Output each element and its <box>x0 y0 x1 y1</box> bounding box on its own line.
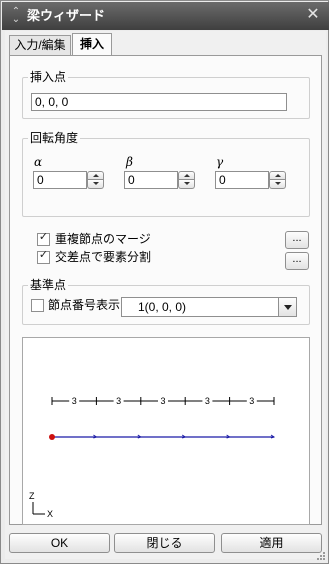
segment-length-label: 3 <box>160 396 165 406</box>
alpha-decrement-button[interactable] <box>87 180 104 189</box>
split-at-intersections-label: 交差点で要素分割 <box>55 250 152 264</box>
chevron-down-icon <box>284 305 292 310</box>
segment-length-label: 3 <box>205 396 210 406</box>
gamma-symbol: γ <box>216 155 224 169</box>
rotation-label: 回転角度 <box>28 130 81 146</box>
alpha-symbol: α <box>34 155 43 169</box>
spin-up-icon <box>275 174 281 177</box>
beta-symbol: β <box>126 155 133 169</box>
reference-node-select[interactable]: 1(0, 0, 0) <box>121 297 297 317</box>
beta-control: β 0 <box>124 153 204 193</box>
alpha-increment-button[interactable] <box>87 171 104 180</box>
beta-input[interactable]: 0 <box>124 171 178 189</box>
split-options-button[interactable]: ... <box>285 252 309 270</box>
insert-tab-panel: 挿入点 0, 0, 0 回転角度 α 0 β 0 γ 0 ✓ 重複節点のマージ … <box>9 55 322 525</box>
tab-insert[interactable]: 挿入 <box>72 33 112 55</box>
spin-down-icon <box>275 182 281 185</box>
insert-point-input[interactable]: 0, 0, 0 <box>31 93 287 111</box>
alpha-input[interactable]: 0 <box>33 171 87 189</box>
gamma-increment-button[interactable] <box>269 171 286 180</box>
checkmark-icon: ✓ <box>38 249 49 261</box>
x-axis-label: X <box>47 509 53 519</box>
beam-preview-canvas: 3 3 3 3 3 Z X <box>29 396 276 519</box>
beam-preview: 3 3 3 3 3 Z X <box>22 337 310 525</box>
spin-down-icon <box>93 182 99 185</box>
merge-nodes-options-button[interactable]: ... <box>285 231 309 249</box>
gamma-control: γ 0 <box>215 153 295 193</box>
close-button[interactable]: 閉じる <box>114 533 215 553</box>
title-bar[interactable]: ⌃ ⌄ 梁ウィザード ✕ <box>2 2 329 30</box>
alpha-spinner <box>87 171 104 189</box>
alpha-control: α 0 <box>33 153 113 193</box>
beta-decrement-button[interactable] <box>178 180 195 189</box>
insert-point-group: 挿入点 0, 0, 0 <box>22 69 310 119</box>
window-title: 梁ウィザード <box>27 8 106 23</box>
reference-point-label: 基準点 <box>28 277 69 293</box>
reference-node-value: 1(0, 0, 0) <box>138 300 187 314</box>
close-icon[interactable]: ✕ <box>305 7 321 23</box>
collapse-chevrons-icon[interactable]: ⌃ ⌄ <box>10 7 22 25</box>
show-node-numbers-label: 節点番号表示 <box>48 298 121 312</box>
tab-input-edit[interactable]: 入力/編集 <box>9 35 71 55</box>
segment-length-label: 3 <box>116 396 121 406</box>
segment-length-label: 3 <box>72 396 77 406</box>
resize-grip-icon[interactable] <box>316 551 326 561</box>
segment-length-label: 3 <box>249 396 254 406</box>
dialog-client-area: 入力/編集 挿入 挿入点 0, 0, 0 回転角度 α 0 β 0 γ 0 ✓ … <box>5 31 326 559</box>
insert-point-label: 挿入点 <box>28 69 69 85</box>
wizard-window: ⌃ ⌄ 梁ウィザード ✕ 入力/編集 挿入 挿入点 0, 0, 0 回転角度 α … <box>0 0 329 564</box>
gamma-decrement-button[interactable] <box>269 180 286 189</box>
beta-spinner <box>178 171 195 189</box>
show-node-numbers-checkbox[interactable] <box>31 299 44 312</box>
beta-increment-button[interactable] <box>178 171 195 180</box>
gamma-input[interactable]: 0 <box>215 171 269 189</box>
split-at-intersections-checkbox[interactable]: ✓ <box>37 249 50 264</box>
reference-point-group: 基準点 節点番号表示 1(0, 0, 0) <box>22 277 310 325</box>
spin-down-icon <box>184 182 190 185</box>
spin-up-icon <box>93 174 99 177</box>
checkmark-icon: ✓ <box>38 231 49 243</box>
start-node-marker <box>49 434 55 440</box>
spin-up-icon <box>184 174 190 177</box>
merge-nodes-checkbox[interactable]: ✓ <box>37 231 50 246</box>
rotation-group: 回転角度 α 0 β 0 γ 0 <box>22 130 310 217</box>
dropdown-arrow-button[interactable] <box>278 298 296 316</box>
z-axis-label: Z <box>29 491 35 501</box>
apply-button[interactable]: 適用 <box>221 533 322 553</box>
ok-button[interactable]: OK <box>9 533 110 553</box>
merge-nodes-label: 重複節点のマージ <box>55 232 151 246</box>
gamma-spinner <box>269 171 286 189</box>
